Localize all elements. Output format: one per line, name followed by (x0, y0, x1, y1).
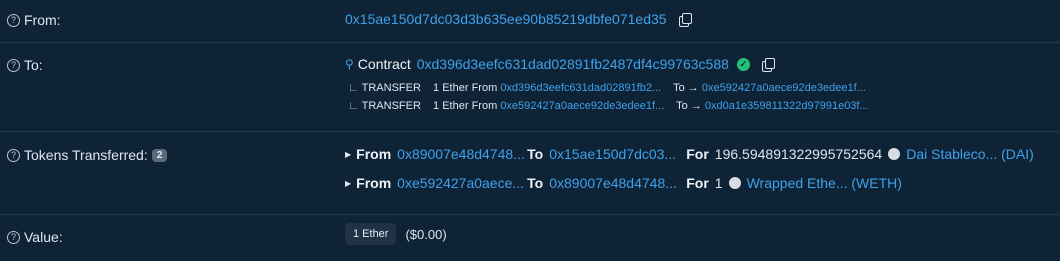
dai-token-icon (888, 148, 901, 160)
internal-tx-branch-icon: ∟ (348, 100, 359, 112)
to-label: ? To: (7, 57, 43, 73)
from-address-link[interactable]: 0x15ae150d7dc03d3b635ee90b85219dbfe071ed… (345, 11, 667, 27)
value-amount-pill: 1 Ether (345, 223, 397, 245)
to-address-link[interactable]: 0xd396d3eefc631dad02891fb2487df4c99763c5… (417, 56, 729, 72)
tokens-count-badge: 2 (151, 148, 168, 162)
copy-icon[interactable] (761, 58, 775, 72)
tokens-row: ? Tokens Transferred: 2 ▶ From 0x89007e4… (0, 132, 1060, 214)
token-from-link[interactable]: 0xe592427a0aece... (397, 175, 527, 191)
internal-tx-branch-icon: ∟ (348, 82, 359, 94)
token-transfer-row: ▶ From 0xe592427a0aece... To 0x89007e48d… (345, 175, 902, 191)
token-transfer-row: ▶ From 0x89007e48d4748... To 0x15ae150d7… (345, 146, 1034, 162)
internal-transfer-line: ∟ TRANSFER 1 Ether From 0xe592427a0aece9… (348, 100, 869, 112)
token-amount: 1 (714, 175, 723, 191)
token-amount: 196.594891322995752564 (714, 146, 883, 162)
from-label: ? From: (7, 12, 61, 28)
value-row: ? Value: 1 Ether ($0.00) (0, 215, 1060, 261)
value-usd: ($0.00) (405, 226, 447, 242)
transfer-to-link[interactable]: 0xe592427a0aece92de3edee1f... (702, 82, 866, 94)
contract-search-icon[interactable]: ⚲ (345, 57, 354, 71)
token-name-link[interactable]: Wrapped Ethe... (WETH) (747, 175, 902, 191)
token-from-link[interactable]: 0x89007e48d4748... (397, 146, 527, 162)
internal-transfer-line: ∟ TRANSFER 1 Ether From 0xd396d3eefc631d… (348, 82, 866, 94)
weth-token-icon (728, 177, 741, 189)
value-label: ? Value: (7, 229, 63, 245)
token-name-link[interactable]: Dai Stableco... (DAI) (906, 146, 1034, 162)
copy-icon[interactable] (678, 13, 692, 27)
contract-word: Contract (357, 56, 411, 72)
caret-right-icon[interactable]: ▶ (345, 150, 351, 159)
transfer-from-link[interactable]: 0xd396d3eefc631dad02891fb2... (500, 82, 661, 94)
help-icon[interactable]: ? (7, 58, 20, 72)
transfer-to-link[interactable]: 0xd0a1e359811322d97991e03f... (705, 100, 869, 112)
to-row: ? To: ⚲ Contract 0xd396d3eefc631dad02891… (0, 43, 1060, 131)
transfer-from-link[interactable]: 0xe592427a0aece92de3edee1f... (500, 100, 664, 112)
tokens-label: ? Tokens Transferred: 2 (7, 147, 168, 163)
help-icon[interactable]: ? (7, 13, 20, 27)
help-icon[interactable]: ? (7, 230, 20, 244)
verified-check-icon: ✓ (736, 57, 750, 71)
caret-right-icon[interactable]: ▶ (345, 179, 351, 188)
token-to-link[interactable]: 0x89007e48d4748... (549, 175, 686, 191)
token-to-link[interactable]: 0x15ae150d7dc03... (549, 146, 686, 162)
help-icon[interactable]: ? (7, 148, 20, 162)
from-row: ? From: 0x15ae150d7dc03d3b635ee90b85219d… (0, 0, 1060, 42)
